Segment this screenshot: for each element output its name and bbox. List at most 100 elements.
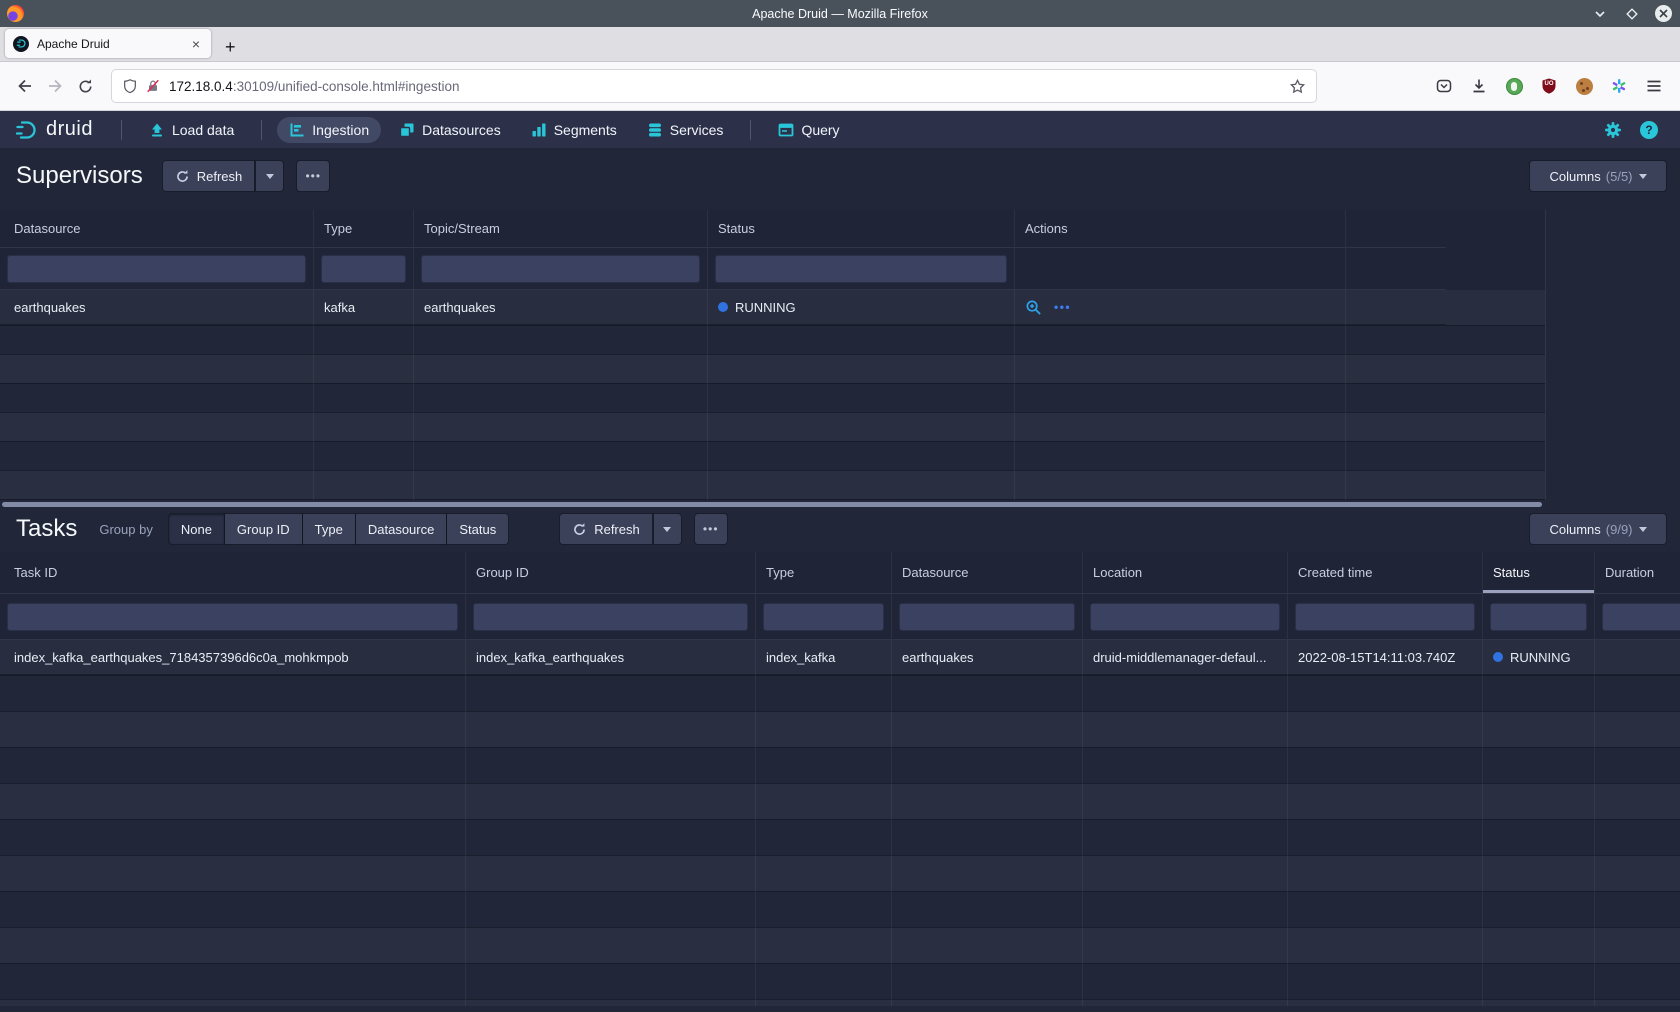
filter-datasource-input[interactable]	[7, 255, 306, 283]
reload-icon	[77, 78, 94, 95]
druid-navbar: druid Load data Ingestion Datasources Se…	[0, 111, 1680, 148]
filter-group-id-input[interactable]	[473, 603, 748, 631]
downloads-icon[interactable]	[1469, 76, 1489, 96]
column-header-type[interactable]: Type	[314, 210, 414, 248]
close-icon	[1659, 9, 1668, 18]
group-by-button-group: None Group ID Type Datasource Status	[169, 514, 508, 544]
lock-insecure-icon[interactable]	[145, 78, 161, 94]
druid-logo[interactable]: druid	[14, 117, 93, 143]
gear-icon[interactable]	[1604, 121, 1622, 139]
filter-location-input[interactable]	[1090, 603, 1280, 631]
filter-created-time-input[interactable]	[1295, 603, 1475, 631]
column-header-actions[interactable]: Actions	[1015, 210, 1346, 248]
caret-down-icon	[1639, 527, 1647, 532]
url-bar[interactable]: 172.18.0.4:30109/unified-console.html#in…	[112, 70, 1316, 102]
filter-status-input[interactable]	[715, 255, 1007, 283]
filter-status-input[interactable]	[1490, 603, 1587, 631]
services-icon	[647, 122, 663, 138]
navbar-divider	[121, 120, 122, 140]
supervisors-columns-button[interactable]: Columns (5/5)	[1530, 161, 1666, 191]
filter-type-input[interactable]	[321, 255, 406, 283]
cookie-extension-icon[interactable]	[1574, 76, 1594, 96]
nav-item-load-data[interactable]: Load data	[137, 117, 246, 143]
shield-icon[interactable]	[122, 78, 138, 94]
filter-topic-stream-input[interactable]	[421, 255, 700, 283]
supervisor-row[interactable]: earthquakes kafka earthquakes RUNNING ••…	[0, 290, 1545, 325]
supervisors-empty-rows	[0, 325, 1545, 500]
supervisor-type: kafka	[314, 290, 414, 325]
filter-task-id-input[interactable]	[7, 603, 458, 631]
window-titlebar: Apache Druid — Mozilla Firefox	[0, 0, 1680, 27]
column-header-task-id[interactable]: Task ID	[0, 552, 466, 594]
group-by-none-button[interactable]: None	[169, 514, 224, 544]
nav-item-ingestion[interactable]: Ingestion	[277, 117, 381, 143]
tasks-title: Tasks	[16, 515, 77, 543]
supervisors-more-button[interactable]: •••	[297, 161, 329, 191]
group-by-label: Group by	[99, 522, 152, 537]
bookmark-star-icon[interactable]	[1289, 78, 1306, 95]
window-close-button[interactable]	[1655, 5, 1672, 22]
datasources-icon	[399, 122, 415, 138]
diamond-icon	[1625, 7, 1639, 21]
navbar-divider	[750, 120, 751, 140]
tab-close-button[interactable]: ×	[189, 36, 203, 52]
supervisor-status: RUNNING	[708, 290, 1015, 325]
url-path: :30109/unified-console.html#ingestion	[233, 79, 460, 94]
group-by-status-button[interactable]: Status	[447, 514, 508, 544]
nav-item-services[interactable]: Services	[635, 117, 736, 143]
tab-apache-druid[interactable]: Apache Druid ×	[5, 29, 211, 58]
column-header-created-time[interactable]: Created time	[1288, 552, 1483, 594]
column-header-datasource[interactable]: Datasource	[0, 210, 314, 248]
window-minimize-button[interactable]	[1591, 5, 1609, 23]
nav-item-query[interactable]: Query	[766, 117, 851, 143]
tab-title: Apache Druid	[37, 37, 189, 51]
group-by-type-button[interactable]: Type	[303, 514, 355, 544]
nav-item-label: Load data	[172, 122, 234, 138]
ublock-badge: UO	[1545, 81, 1554, 87]
window-maximize-button[interactable]	[1623, 5, 1641, 23]
row-more-actions-icon[interactable]: •••	[1054, 300, 1071, 314]
supervisor-topic-stream: earthquakes	[414, 290, 708, 325]
column-header-type[interactable]: Type	[756, 552, 892, 594]
horizontal-scrollbar-thumb[interactable]	[2, 502, 1542, 507]
tasks-refresh-button[interactable]: Refresh	[560, 514, 652, 544]
tasks-columns-button[interactable]: Columns (9/9)	[1530, 514, 1666, 544]
back-button[interactable]	[10, 71, 40, 101]
running-status-dot	[718, 302, 728, 312]
status-label: RUNNING	[735, 300, 796, 315]
forward-button[interactable]	[40, 71, 70, 101]
column-header-location[interactable]: Location	[1083, 552, 1288, 594]
column-header-group-id[interactable]: Group ID	[466, 552, 756, 594]
query-icon	[778, 122, 794, 138]
supervisors-table-header: Datasource Type Topic/Stream Status Acti…	[0, 210, 1545, 248]
column-header-topic-stream[interactable]: Topic/Stream	[414, 210, 708, 248]
column-header-datasource[interactable]: Datasource	[892, 552, 1083, 594]
group-by-datasource-button[interactable]: Datasource	[356, 514, 446, 544]
supervisors-refresh-button[interactable]: Refresh	[163, 161, 255, 191]
group-by-group-id-button[interactable]: Group ID	[225, 514, 302, 544]
column-header-status[interactable]: Status	[708, 210, 1015, 248]
filter-type-input[interactable]	[763, 603, 884, 631]
ublock-origin-icon[interactable]: UO	[1539, 76, 1559, 96]
filter-duration-input[interactable]	[1602, 603, 1680, 631]
task-datasource: earthquakes	[892, 640, 1083, 675]
tasks-more-button[interactable]: •••	[695, 514, 727, 544]
magnifying-glass-plus-icon[interactable]	[1025, 299, 1042, 316]
filter-datasource-input[interactable]	[899, 603, 1075, 631]
extension-cluster: UO	[1434, 76, 1664, 96]
nav-item-segments[interactable]: Segments	[519, 117, 629, 143]
reload-button[interactable]	[70, 71, 100, 101]
help-icon[interactable]: ?	[1640, 121, 1658, 139]
task-row[interactable]: index_kafka_earthquakes_7184357396d6c0a_…	[0, 640, 1680, 675]
column-header-status-sorted[interactable]: Status	[1483, 552, 1595, 594]
new-tab-button[interactable]: +	[225, 38, 236, 56]
menu-hamburger-icon[interactable]	[1644, 76, 1664, 96]
privacy-extension-icon[interactable]	[1504, 76, 1524, 96]
column-header-duration[interactable]: Duration	[1595, 552, 1680, 594]
supervisors-refresh-caret-button[interactable]	[256, 161, 283, 191]
tasks-refresh-caret-button[interactable]	[654, 514, 681, 544]
pocket-icon[interactable]	[1434, 76, 1454, 96]
nav-item-datasources[interactable]: Datasources	[387, 117, 513, 143]
sparkle-extension-icon[interactable]	[1609, 76, 1629, 96]
task-created-time: 2022-08-15T14:11:03.740Z	[1288, 640, 1483, 675]
